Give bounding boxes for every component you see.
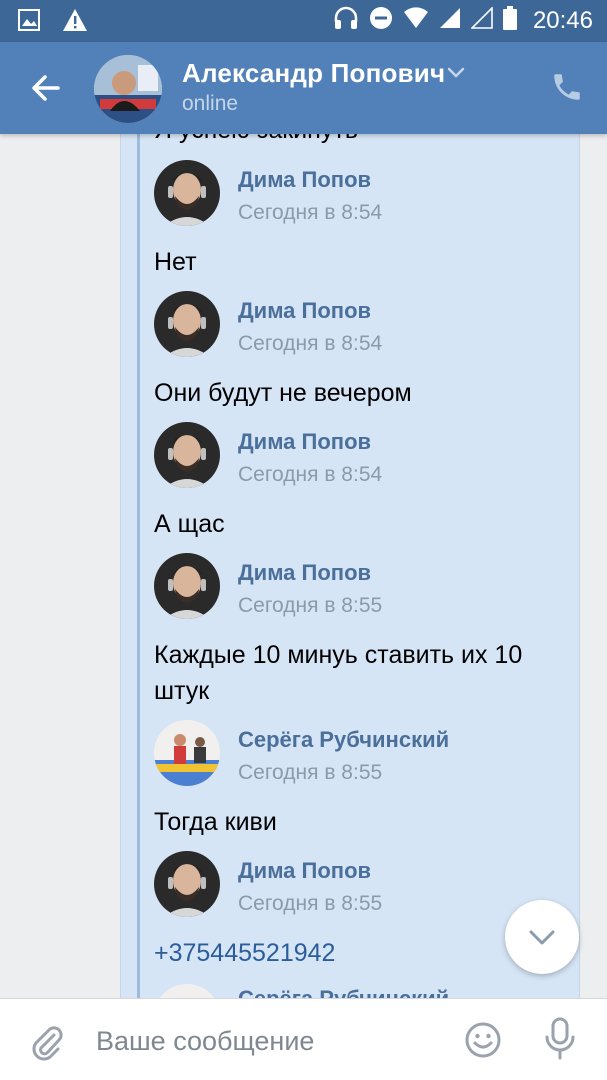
message-input[interactable] bbox=[96, 1021, 436, 1061]
emoji-icon[interactable] bbox=[464, 1021, 502, 1059]
phone-number-link[interactable]: +375445521942 bbox=[154, 935, 554, 971]
message-composer bbox=[0, 998, 607, 1080]
message-text: Каждые 10 минуь ставить их 10 штук bbox=[154, 641, 523, 705]
author-avatar[interactable] bbox=[154, 422, 220, 488]
message-author[interactable]: Дима Попов bbox=[238, 858, 371, 884]
chat-header: Александр Попович online bbox=[0, 42, 607, 134]
signal-icon bbox=[439, 7, 461, 34]
paperclip-icon[interactable] bbox=[28, 1021, 64, 1061]
phone-icon bbox=[554, 74, 580, 100]
headphones-icon bbox=[333, 6, 359, 35]
message-time: Сегодня в 8:54 bbox=[238, 201, 383, 224]
wifi-icon bbox=[403, 7, 429, 34]
message-author[interactable]: Дима Попов bbox=[238, 167, 371, 193]
contact-status: online bbox=[182, 92, 239, 115]
author-avatar[interactable] bbox=[154, 851, 220, 917]
message-text: А щас bbox=[154, 510, 225, 538]
gallery-icon bbox=[18, 9, 40, 36]
signal-empty-icon bbox=[470, 6, 493, 34]
message-text: Нет bbox=[154, 248, 197, 276]
chevron-down-icon bbox=[529, 930, 555, 945]
message-author[interactable]: Дима Попов bbox=[238, 560, 371, 586]
chevron-down-icon[interactable] bbox=[446, 66, 466, 85]
battery-icon bbox=[502, 6, 517, 35]
forward-indicator-bar bbox=[137, 134, 140, 998]
contact-name[interactable]: Александр Попович bbox=[182, 58, 445, 89]
message-text: Они будут не вечером bbox=[154, 379, 412, 407]
message-time: Сегодня в 8:55 bbox=[238, 594, 383, 617]
message-author[interactable]: Дима Попов bbox=[238, 298, 371, 324]
message-time: Сегодня в 8:55 bbox=[238, 892, 383, 915]
message-author[interactable]: Серёга Рубчинский bbox=[238, 986, 449, 998]
chat-area[interactable]: Я успею закинуть Дима Попов Сегодня в 8:… bbox=[0, 134, 607, 998]
author-avatar[interactable] bbox=[154, 291, 220, 357]
arrow-left-icon bbox=[32, 75, 60, 101]
author-avatar[interactable] bbox=[154, 720, 220, 786]
status-bar: 20:46 bbox=[0, 0, 607, 42]
message-author[interactable]: Серёга Рубчинский bbox=[238, 727, 449, 753]
do-not-disturb-icon bbox=[369, 6, 393, 35]
call-button[interactable] bbox=[550, 70, 584, 104]
author-avatar[interactable] bbox=[154, 160, 220, 226]
cut-message-text: Я успею закинуть bbox=[154, 134, 358, 145]
warning-icon bbox=[62, 8, 88, 37]
contact-avatar[interactable] bbox=[94, 55, 162, 123]
message-time: Сегодня в 8:55 bbox=[238, 761, 383, 784]
clock: 20:46 bbox=[532, 6, 593, 34]
microphone-icon[interactable] bbox=[542, 1017, 578, 1061]
back-button[interactable] bbox=[26, 68, 66, 108]
scroll-down-button[interactable] bbox=[505, 900, 579, 974]
message-time: Сегодня в 8:54 bbox=[238, 463, 383, 486]
message-text: Тогда киви bbox=[154, 808, 277, 836]
message-time: Сегодня в 8:54 bbox=[238, 332, 383, 355]
author-avatar[interactable] bbox=[154, 553, 220, 619]
message-author[interactable]: Дима Попов bbox=[238, 429, 371, 455]
